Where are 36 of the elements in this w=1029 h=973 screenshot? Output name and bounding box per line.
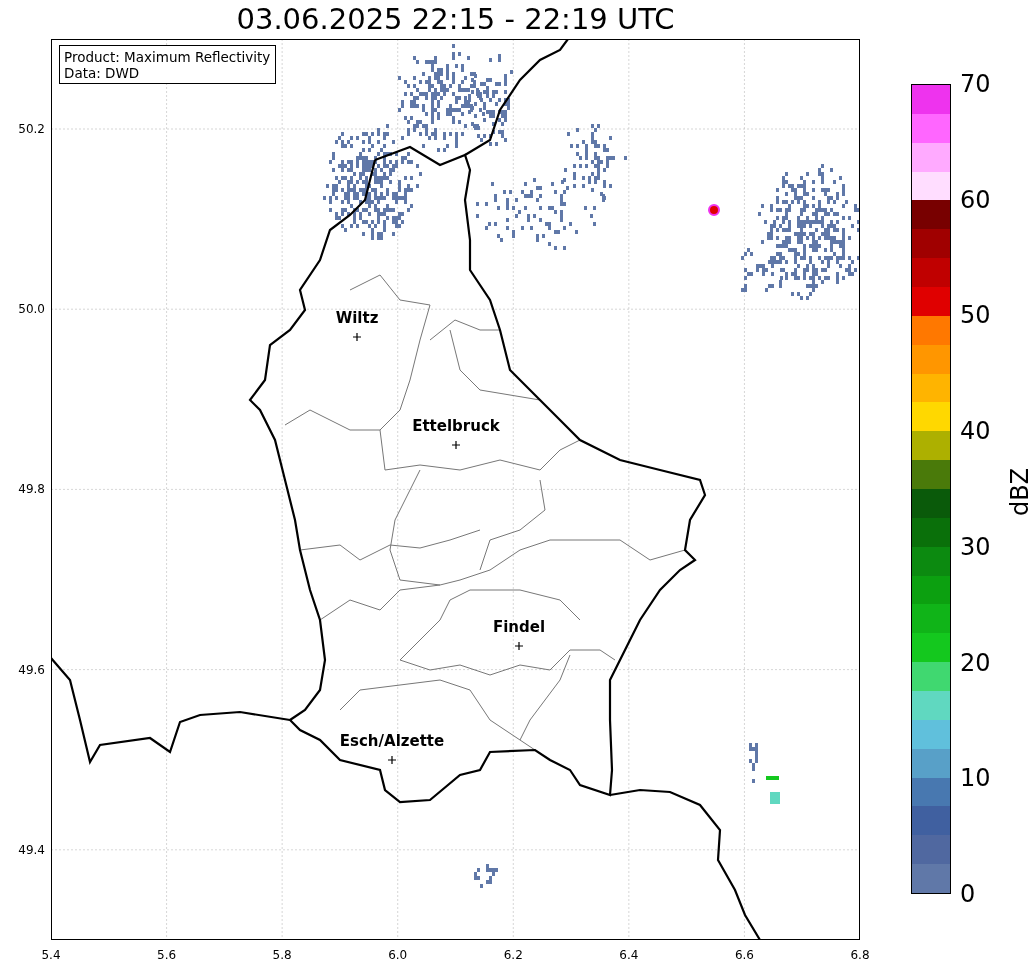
axis-tick-label: 49.6	[18, 662, 45, 677]
info-text: Product: Maximum Reflectivity	[64, 49, 271, 65]
axis-tick-label: 50.0	[18, 302, 45, 317]
axis-tick-label: 6.8	[850, 948, 870, 962]
axis-tick-label: 49.8	[18, 482, 45, 497]
axis-tick-label: 6.4	[619, 948, 639, 962]
colorbar-tick-label: 50	[960, 303, 991, 328]
axis-tick-label: 6.0	[388, 948, 408, 962]
axis-tick-label: 5.4	[41, 948, 61, 962]
colorbar-tick-label: 20	[960, 650, 991, 675]
chart-title: 03.06.2025 22:15 - 22:19 UTC	[235, 1, 676, 38]
colorbar-tick-label: 30	[960, 534, 991, 559]
radar-echo-spot	[708, 204, 720, 216]
axis-tick-label: 5.8	[272, 948, 292, 962]
colorbar-tick-label: 10	[960, 766, 991, 791]
colorbar-tick-label: 70	[960, 72, 991, 96]
colorbar-tick-label: 0	[960, 882, 976, 906]
city-label: Ettelbruck	[412, 417, 500, 435]
info-text: Data: DWD	[64, 65, 141, 81]
axis-tick-label: 5.6	[157, 948, 177, 962]
city-marker-icon	[352, 332, 362, 342]
colorbar-label: dBZ	[1006, 467, 1029, 517]
colorbar-tick-label: 40	[960, 419, 991, 444]
colorbar-tick-label: 60	[960, 187, 991, 212]
axis-tick-label: 49.4	[18, 842, 45, 857]
city-label: Esch/Alzette	[339, 732, 445, 750]
radar-echo-spot	[770, 792, 780, 804]
axis-tick-label: 6.2	[503, 948, 523, 962]
city-marker-icon	[451, 440, 461, 450]
axis-tick-label: 50.2	[18, 122, 45, 136]
city-label: Findel	[492, 618, 546, 636]
city-marker-icon	[387, 755, 397, 765]
radar-echo-spot	[766, 776, 779, 780]
axis-tick-label: 6.6	[734, 948, 754, 962]
city-label: Wiltz	[335, 309, 379, 327]
city-marker-icon	[514, 641, 524, 651]
